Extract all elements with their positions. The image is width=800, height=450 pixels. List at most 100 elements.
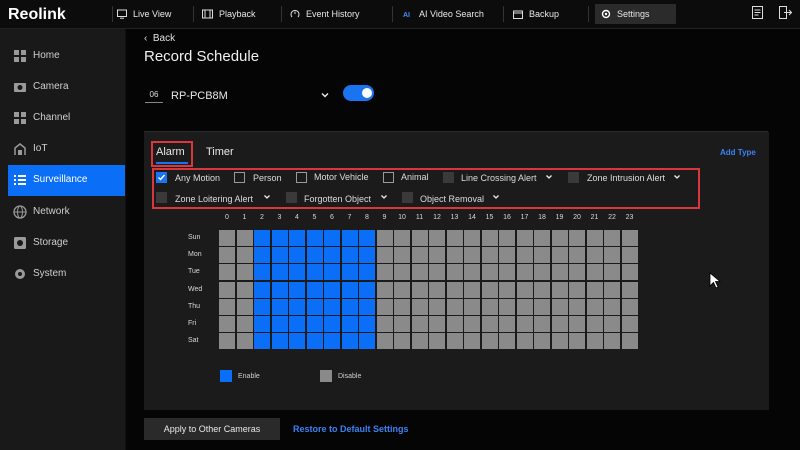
schedule-cell[interactable]	[604, 264, 620, 281]
schedule-cell[interactable]	[534, 281, 550, 298]
chevron-down-icon[interactable]	[320, 90, 330, 100]
schedule-cell[interactable]	[359, 281, 375, 298]
schedule-cell[interactable]	[411, 247, 428, 264]
schedule-cell[interactable]	[219, 247, 235, 264]
schedule-cell[interactable]	[429, 281, 445, 298]
sidebar-item-storage[interactable]: Storage	[0, 228, 125, 259]
schedule-cell[interactable]	[411, 298, 428, 315]
sidebar-item-channel[interactable]: Channel	[0, 103, 125, 134]
schedule-cell[interactable]	[219, 230, 235, 246]
schedule-cell[interactable]	[499, 264, 515, 281]
schedule-cell[interactable]	[411, 316, 428, 332]
schedule-cell[interactable]	[516, 247, 533, 264]
schedule-cell[interactable]	[429, 247, 445, 264]
schedule-cell[interactable]	[236, 333, 253, 350]
schedule-cell[interactable]	[569, 230, 585, 246]
checkbox-zone-intrusion-alert[interactable]	[568, 172, 579, 183]
checkbox-zone-loitering-alert[interactable]	[156, 192, 167, 203]
schedule-cell[interactable]	[411, 281, 428, 298]
schedule-cell[interactable]	[586, 298, 603, 315]
schedule-cell[interactable]	[429, 316, 445, 332]
schedule-cell[interactable]	[481, 281, 498, 298]
schedule-cell[interactable]	[534, 333, 550, 350]
schedule-cell[interactable]	[254, 247, 270, 264]
camera-select[interactable]: RP-PCB8M	[171, 90, 228, 102]
schedule-cell[interactable]	[429, 264, 445, 281]
sidebar-item-home[interactable]: Home	[0, 41, 125, 72]
schedule-cell[interactable]	[551, 247, 568, 264]
schedule-cell[interactable]	[306, 333, 323, 350]
schedule-cell[interactable]	[254, 264, 270, 281]
schedule-cell[interactable]	[534, 230, 550, 246]
schedule-cell[interactable]	[289, 298, 305, 315]
schedule-cell[interactable]	[306, 264, 323, 281]
schedule-cell[interactable]	[604, 316, 620, 332]
schedule-cell[interactable]	[394, 298, 410, 315]
schedule-cell[interactable]	[551, 333, 568, 350]
schedule-cell[interactable]	[376, 281, 393, 298]
schedule-cell[interactable]	[604, 333, 620, 350]
schedule-cell[interactable]	[236, 281, 253, 298]
schedule-cell[interactable]	[551, 281, 568, 298]
schedule-cell[interactable]	[551, 264, 568, 281]
schedule-cell[interactable]	[324, 316, 340, 332]
schedule-cell[interactable]	[359, 298, 375, 315]
schedule-cell[interactable]	[586, 264, 603, 281]
schedule-cell[interactable]	[604, 298, 620, 315]
schedule-cell[interactable]	[359, 230, 375, 246]
schedule-cell[interactable]	[289, 281, 305, 298]
schedule-cell[interactable]	[586, 230, 603, 246]
back-link[interactable]: ‹ Back	[144, 33, 175, 44]
schedule-cell[interactable]	[446, 264, 463, 281]
schedule-cell[interactable]	[621, 264, 638, 281]
schedule-cell[interactable]	[464, 247, 480, 264]
schedule-cell[interactable]	[376, 298, 393, 315]
schedule-cell[interactable]	[604, 230, 620, 246]
schedule-cell[interactable]	[289, 230, 305, 246]
schedule-cell[interactable]	[341, 247, 358, 264]
schedule-cell[interactable]	[236, 247, 253, 264]
schedule-cell[interactable]	[341, 281, 358, 298]
schedule-cell[interactable]	[551, 316, 568, 332]
schedule-cell[interactable]	[376, 264, 393, 281]
schedule-cell[interactable]	[254, 230, 270, 246]
schedule-cell[interactable]	[569, 264, 585, 281]
schedule-cell[interactable]	[289, 264, 305, 281]
schedule-cell[interactable]	[236, 298, 253, 315]
schedule-cell[interactable]	[254, 298, 270, 315]
checkbox-forgotten-object[interactable]	[286, 192, 297, 203]
nav-live-view[interactable]: Live View	[117, 4, 171, 24]
chevron-down-icon[interactable]	[380, 193, 388, 201]
schedule-cell[interactable]	[586, 281, 603, 298]
schedule-cell[interactable]	[394, 281, 410, 298]
schedule-cell[interactable]	[481, 316, 498, 332]
schedule-cell[interactable]	[219, 333, 235, 350]
schedule-cell[interactable]	[394, 316, 410, 332]
schedule-cell[interactable]	[446, 333, 463, 350]
schedule-cell[interactable]	[516, 333, 533, 350]
schedule-cell[interactable]	[534, 247, 550, 264]
schedule-cell[interactable]	[481, 333, 498, 350]
schedule-cell[interactable]	[569, 298, 585, 315]
schedule-cell[interactable]	[586, 247, 603, 264]
schedule-cell[interactable]	[499, 247, 515, 264]
schedule-cell[interactable]	[289, 316, 305, 332]
schedule-cell[interactable]	[376, 230, 393, 246]
checkbox-animal[interactable]	[383, 172, 394, 183]
schedule-cell[interactable]	[481, 298, 498, 315]
schedule-cell[interactable]	[341, 264, 358, 281]
schedule-cell[interactable]	[236, 230, 253, 246]
schedule-cell[interactable]	[219, 281, 235, 298]
schedule-cell[interactable]	[551, 298, 568, 315]
schedule-cell[interactable]	[464, 230, 480, 246]
tab-timer[interactable]: Timer	[206, 146, 234, 158]
schedule-cell[interactable]	[499, 333, 515, 350]
schedule-cell[interactable]	[341, 230, 358, 246]
schedule-cell[interactable]	[464, 281, 480, 298]
schedule-cell[interactable]	[429, 298, 445, 315]
schedule-cell[interactable]	[481, 247, 498, 264]
schedule-cell[interactable]	[586, 316, 603, 332]
schedule-cell[interactable]	[411, 230, 428, 246]
nav-backup[interactable]: Backup	[513, 4, 559, 24]
schedule-cell[interactable]	[516, 298, 533, 315]
